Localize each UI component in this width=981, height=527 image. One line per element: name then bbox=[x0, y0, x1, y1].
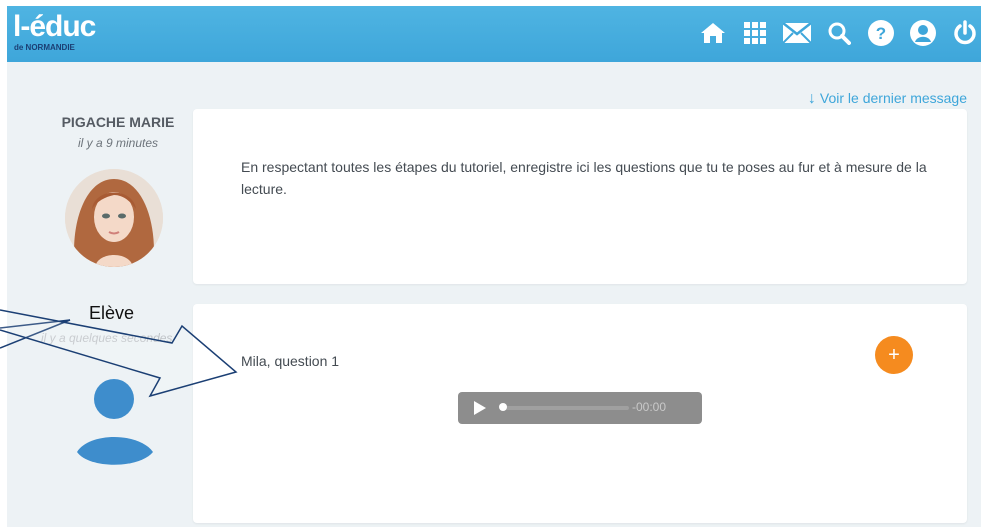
author-name: PIGACHE MARIE bbox=[61, 114, 175, 130]
search-icon[interactable] bbox=[823, 17, 855, 49]
top-header-bar: l-éduc de NORMANDIE ? bbox=[7, 6, 981, 62]
message-card-teacher: En respectant toutes les étapes du tutor… bbox=[193, 109, 967, 284]
audio-time: -00:00 bbox=[632, 400, 667, 414]
message-text: En respectant toutes les étapes du tutor… bbox=[241, 159, 927, 197]
audio-progress-track[interactable] bbox=[502, 406, 629, 410]
svg-text:?: ? bbox=[876, 24, 886, 43]
audio-progress-knob[interactable] bbox=[499, 403, 507, 411]
message-text: Mila, question 1 bbox=[241, 353, 340, 369]
logo-sub-text: de NORMANDIE bbox=[14, 43, 75, 52]
arrow-down-icon: ↓ bbox=[807, 90, 816, 107]
message-time: il y a 9 minutes bbox=[77, 136, 159, 150]
help-icon[interactable]: ? bbox=[865, 17, 897, 49]
logo-main-text: l-éduc bbox=[13, 10, 96, 43]
message-time: il y a quelques secondes bbox=[41, 331, 173, 345]
mail-icon[interactable] bbox=[781, 17, 813, 49]
student-avatar-icon bbox=[77, 379, 153, 465]
home-icon[interactable] bbox=[697, 17, 729, 49]
author-name: Elève bbox=[89, 303, 135, 323]
add-button[interactable]: + bbox=[875, 336, 913, 374]
power-icon[interactable] bbox=[949, 17, 981, 49]
play-icon[interactable] bbox=[474, 401, 486, 415]
nav-icons: ? bbox=[697, 16, 981, 50]
account-icon[interactable] bbox=[907, 17, 939, 49]
apps-grid-icon[interactable] bbox=[739, 17, 771, 49]
message-card-student: Mila, question 1 + -00:00 bbox=[193, 304, 967, 523]
thread-area: ↓ Voir le dernier message PIGACHE MARIE i… bbox=[7, 62, 981, 527]
last-message-link[interactable]: ↓ Voir le dernier message bbox=[808, 90, 967, 108]
audio-player: -00:00 bbox=[458, 392, 702, 424]
teacher-avatar bbox=[65, 169, 163, 267]
teacher-author: PIGACHE MARIE il y a 9 minutes bbox=[43, 114, 193, 150]
last-message-link-label: Voir le dernier message bbox=[819, 90, 967, 106]
